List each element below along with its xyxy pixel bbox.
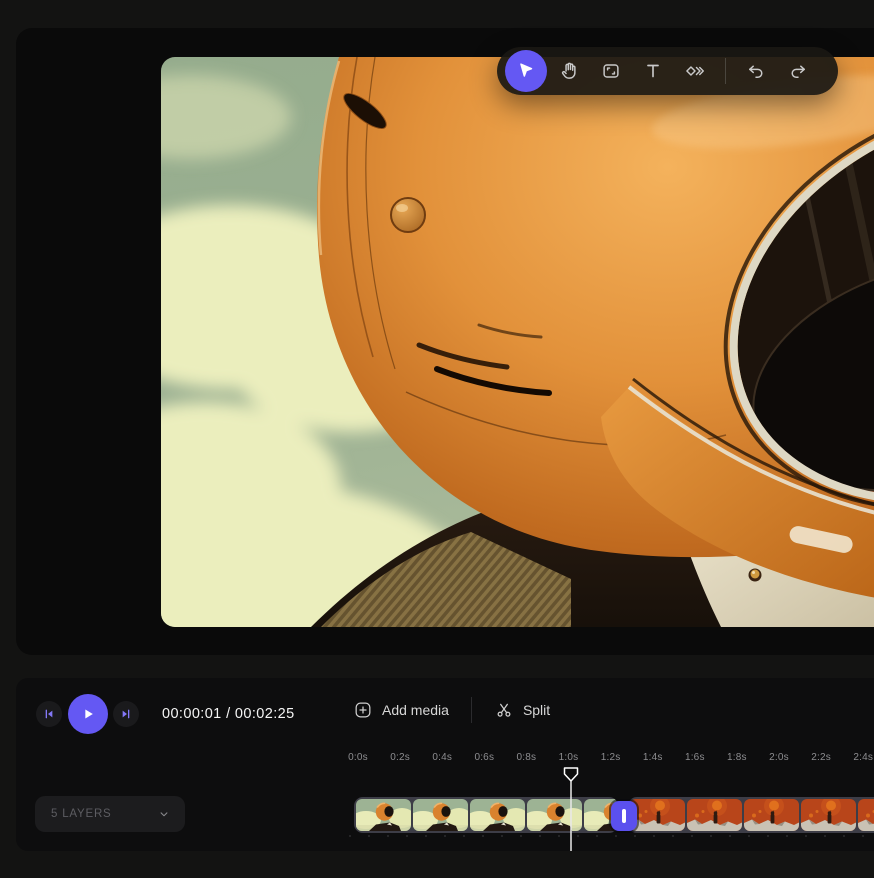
frame-dot	[425, 835, 427, 837]
frame-dot	[710, 835, 712, 837]
clip-thumbnail-balloon	[744, 799, 799, 831]
playhead[interactable]	[563, 766, 579, 851]
clip-thumbnail-helmet	[470, 799, 525, 831]
ruler-tick: 0:6s	[464, 752, 504, 763]
preview-panel	[16, 28, 874, 655]
hand-icon	[558, 60, 580, 82]
frame-dot	[862, 835, 864, 837]
transition-badge[interactable]	[611, 801, 637, 831]
transition-bar-icon	[622, 809, 626, 823]
ruler-tick: 1:0s	[549, 752, 589, 763]
video-preview-frame[interactable]	[161, 57, 874, 627]
timeline-panel: 00:00:01 / 00:02:25 Add media Split 0:0s…	[16, 678, 874, 851]
select-tool-button[interactable]	[505, 50, 547, 92]
frame-dot	[748, 835, 750, 837]
frame-dot	[406, 835, 408, 837]
frame-dot	[482, 835, 484, 837]
ruler-tick: 2:2s	[801, 752, 841, 763]
text-icon	[642, 60, 664, 82]
ruler-tick: 0:4s	[422, 752, 462, 763]
toolbar-divider	[725, 58, 726, 84]
clip-thumbnail-balloon	[858, 799, 874, 831]
frame-dot	[596, 835, 598, 837]
timeline-ruler[interactable]: 0:0s0:2s0:4s0:6s0:8s1:0s1:2s1:4s1:6s1:8s…	[16, 678, 874, 774]
frame-dot	[444, 835, 446, 837]
ruler-tick: 2:0s	[759, 752, 799, 763]
frame-dot	[501, 835, 503, 837]
ruler-tick: 1:8s	[717, 752, 757, 763]
cursor-icon	[515, 60, 537, 82]
frame-dot	[653, 835, 655, 837]
ruler-tick: 0:8s	[506, 752, 546, 763]
frame-dot	[558, 835, 560, 837]
redo-button[interactable]	[778, 51, 818, 91]
frame-dot	[634, 835, 636, 837]
clip-thumbnail-helmet	[356, 799, 411, 831]
layers-label: 5 LAYERS	[51, 808, 112, 820]
redo-icon	[787, 60, 809, 82]
frame-dot	[824, 835, 826, 837]
timeline-clip-balloon[interactable]	[628, 797, 874, 833]
editor-toolbar	[497, 47, 838, 95]
frame-dot	[349, 835, 351, 837]
ruler-tick: 1:6s	[675, 752, 715, 763]
frame-dot	[368, 835, 370, 837]
ruler-tick: 0:0s	[338, 752, 378, 763]
frame-dot	[843, 835, 845, 837]
ruler-tick: 0:2s	[380, 752, 420, 763]
frame-dot	[539, 835, 541, 837]
frame-dot	[786, 835, 788, 837]
clip-thumbnail-balloon	[801, 799, 856, 831]
ruler-tick: 2:4s	[843, 752, 874, 763]
frame-dot	[387, 835, 389, 837]
hand-tool-button[interactable]	[549, 51, 589, 91]
ruler-tick: 1:2s	[591, 752, 631, 763]
frame-dot	[577, 835, 579, 837]
clip-thumbnail-balloon	[630, 799, 685, 831]
ruler-tick: 1:4s	[633, 752, 673, 763]
frame-dot	[691, 835, 693, 837]
transitions-icon	[684, 60, 706, 82]
undo-icon	[745, 60, 767, 82]
frame-dot	[672, 835, 674, 837]
frame-dot	[805, 835, 807, 837]
layers-selector[interactable]: 5 LAYERS	[35, 796, 185, 832]
frame-dot	[767, 835, 769, 837]
frame-dot	[520, 835, 522, 837]
frame-dot	[729, 835, 731, 837]
clip-thumbnail-helmet	[413, 799, 468, 831]
clip-thumbnail-balloon	[687, 799, 742, 831]
text-tool-button[interactable]	[633, 51, 673, 91]
frame-dot	[463, 835, 465, 837]
frame-icon	[600, 60, 622, 82]
frame-tool-button[interactable]	[591, 51, 631, 91]
frame-dot	[615, 835, 617, 837]
transitions-tool-button[interactable]	[675, 51, 715, 91]
video-frame-art	[161, 57, 874, 627]
undo-button[interactable]	[736, 51, 776, 91]
chevron-down-icon	[157, 807, 171, 821]
app-background: { "toolbar": { "tools": ["select", "hand…	[0, 0, 874, 878]
